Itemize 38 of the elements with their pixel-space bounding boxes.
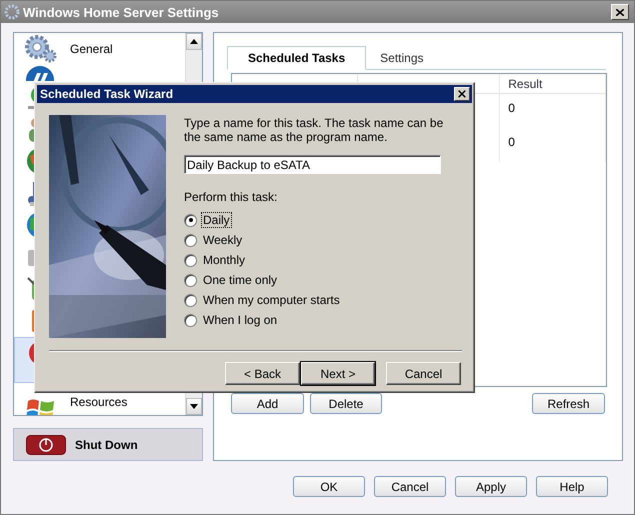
- close-icon[interactable]: [611, 4, 629, 20]
- dialog-title: Scheduled Task Wizard: [40, 87, 174, 101]
- help-button[interactable]: Help: [536, 476, 608, 497]
- table-cell: 0: [500, 128, 606, 162]
- gear-icon: [4, 4, 20, 20]
- shut-down-button[interactable]: Shut Down: [13, 428, 203, 461]
- column-header[interactable]: Result: [500, 74, 606, 94]
- radio-button[interactable]: [184, 214, 197, 226]
- power-icon: [26, 434, 66, 454]
- close-button[interactable]: ×: [454, 87, 470, 101]
- radio-button[interactable]: [184, 314, 197, 326]
- ok-button[interactable]: OK: [293, 476, 365, 497]
- option-label[interactable]: When my computer starts: [202, 293, 341, 307]
- perform-label: Perform this task:: [184, 190, 278, 204]
- cancel-button[interactable]: Cancel: [374, 476, 446, 497]
- option-label[interactable]: Monthly: [202, 253, 246, 267]
- delete-button[interactable]: Delete: [310, 393, 382, 414]
- instruction-text: Type a name for this task. The task name can be the same name as the program name.: [184, 116, 444, 144]
- window-title: Windows Home Server Settings: [23, 4, 220, 20]
- option-label[interactable]: Daily: [202, 213, 231, 227]
- radio-button[interactable]: [184, 274, 197, 286]
- radio-button[interactable]: [184, 234, 197, 246]
- radio-button[interactable]: [184, 254, 197, 266]
- option-label[interactable]: One time only: [202, 273, 278, 287]
- apply-button[interactable]: Apply: [455, 476, 527, 497]
- next-button[interactable]: Next >: [301, 362, 375, 385]
- sidebar-item[interactable]: Resources: [14, 383, 186, 415]
- task-name-field[interactable]: Daily Backup to eSATA: [184, 155, 441, 174]
- table-cell: 0: [500, 94, 606, 128]
- back-button[interactable]: < Back: [225, 362, 300, 385]
- radio-button[interactable]: [184, 294, 197, 306]
- option-label[interactable]: Weekly: [202, 233, 244, 247]
- tab[interactable]: Scheduled Tasks: [227, 46, 366, 70]
- option-label[interactable]: When I log on: [202, 313, 278, 327]
- add-button[interactable]: Add: [231, 393, 304, 414]
- refresh-button[interactable]: Refresh: [532, 393, 605, 414]
- cancel-button[interactable]: Cancel: [386, 362, 461, 385]
- sidebar-item[interactable]: General: [14, 33, 186, 64]
